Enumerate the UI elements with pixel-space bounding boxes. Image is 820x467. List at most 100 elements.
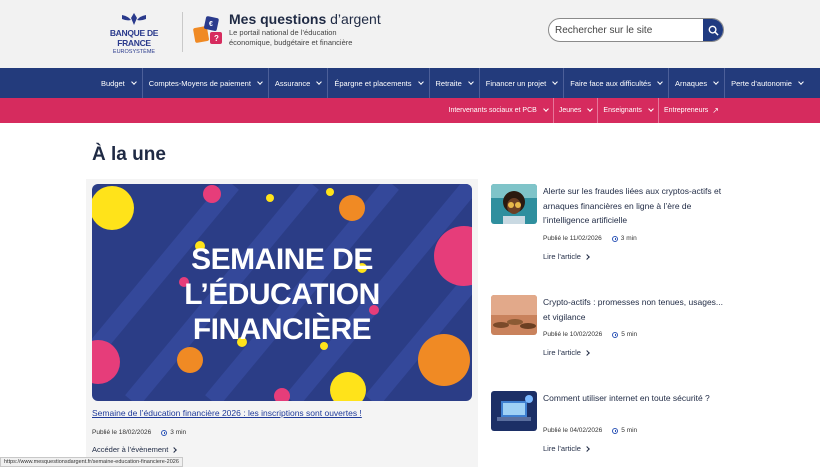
internet-security-photo bbox=[491, 391, 537, 431]
featured-meta: Publié le 18/02/2026 3 min bbox=[92, 429, 186, 436]
nav-item-arnaques[interactable]: Arnaques bbox=[669, 68, 726, 98]
nav-item-label: Faire face aux difficultés bbox=[570, 78, 651, 88]
site-title-strong: Mes questions bbox=[229, 11, 327, 27]
bdf-logo-name: BANQUE DE FRANCE bbox=[109, 28, 159, 48]
external-link-icon: ↗ bbox=[712, 106, 719, 115]
subnav-item-label: Entrepreneurs bbox=[663, 107, 709, 114]
chevron-down-icon bbox=[316, 78, 323, 85]
nav-item-assurance[interactable]: Assurance bbox=[269, 68, 329, 98]
chevron-right-icon bbox=[584, 253, 590, 260]
crypto-fraud-photo bbox=[491, 184, 537, 224]
nav-item-difficultes[interactable]: Faire face aux difficultés bbox=[564, 68, 669, 98]
svg-text:?: ? bbox=[214, 34, 219, 43]
chevron-right-icon bbox=[584, 349, 590, 356]
publish-date: Publié le 10/02/2026 bbox=[543, 331, 603, 338]
subnav-item-intervenants[interactable]: Intervenants sociaux et PCB bbox=[444, 98, 554, 123]
site-header: BANQUE DE FRANCE EUROSYSTÈME ? € Mes que… bbox=[0, 0, 820, 68]
nav-item-comptes[interactable]: Comptes-Moyens de paiement bbox=[143, 68, 269, 98]
chevron-down-icon bbox=[552, 78, 559, 85]
chevron-down-icon bbox=[798, 78, 804, 85]
header-divider bbox=[182, 12, 183, 52]
chevron-down-icon bbox=[417, 78, 424, 85]
read-time: 5 min bbox=[621, 331, 638, 338]
read-time: 3 min bbox=[170, 429, 187, 436]
chevron-down-icon bbox=[648, 106, 654, 112]
chevron-down-icon bbox=[587, 106, 594, 112]
article-title[interactable]: Comment utiliser internet en toute sécur… bbox=[543, 391, 723, 406]
search-button[interactable] bbox=[703, 19, 723, 41]
cta-label: Lire l’article bbox=[543, 252, 581, 261]
page-heading: À la une bbox=[92, 144, 166, 165]
search-box bbox=[548, 18, 724, 42]
read-time: 5 min bbox=[621, 427, 638, 434]
subnav-item-jeunes[interactable]: Jeunes bbox=[554, 98, 599, 123]
nav-item-label: Perte d’autonomie bbox=[731, 78, 792, 88]
featured-article-link[interactable]: Semaine de l’éducation financière 2026 :… bbox=[92, 408, 362, 418]
svg-text:€: € bbox=[209, 21, 213, 28]
read-article-link[interactable]: Lire l’article bbox=[543, 252, 590, 261]
chevron-right-icon bbox=[584, 445, 590, 452]
search-input[interactable] bbox=[549, 19, 705, 41]
read-article-link[interactable]: Lire l’article bbox=[543, 444, 590, 453]
bdf-logo-subtitle: EUROSYSTÈME bbox=[112, 49, 156, 55]
featured-image-line: SEMAINE DE bbox=[191, 243, 373, 276]
featured-image-line: L’ÉDUCATION bbox=[184, 278, 380, 311]
nav-item-label: Budget bbox=[101, 78, 125, 88]
subnav-item-entrepreneurs[interactable]: Entrepreneurs ↗ bbox=[659, 98, 724, 123]
article-thumbnail[interactable] bbox=[491, 295, 537, 335]
subnav-item-label: Enseignants bbox=[603, 107, 642, 114]
nav-item-label: Arnaques bbox=[674, 78, 708, 88]
cta-label: Accéder à l’évènement bbox=[92, 445, 169, 454]
crypto-coins-photo bbox=[491, 295, 537, 335]
cta-label: Lire l’article bbox=[543, 444, 581, 453]
chevron-down-icon bbox=[657, 78, 663, 85]
site-tagline: Le portail national de l’éducation écono… bbox=[229, 28, 353, 47]
nav-item-autonomie[interactable]: Perte d’autonomie bbox=[725, 68, 809, 98]
cta-label: Lire l’article bbox=[543, 348, 581, 357]
mes-questions-dargent-logo-icon[interactable]: ? € bbox=[193, 15, 225, 47]
article-meta: Publié le 04/02/2026 5 min bbox=[543, 427, 637, 434]
subnav-item-enseignants[interactable]: Enseignants bbox=[598, 98, 659, 123]
nav-item-retraite[interactable]: Retraite bbox=[430, 68, 480, 98]
audience-navigation: Intervenants sociaux et PCB Jeunes Ensei… bbox=[0, 98, 820, 123]
nav-item-epargne[interactable]: Épargne et placements bbox=[328, 68, 430, 98]
nav-item-label: Retraite bbox=[435, 78, 462, 88]
nav-item-label: Comptes-Moyens de paiement bbox=[148, 78, 251, 88]
article-title[interactable]: Crypto-actifs : promesses non tenues, us… bbox=[543, 295, 723, 324]
chevron-down-icon bbox=[257, 78, 263, 85]
read-article-link[interactable]: Lire l’article bbox=[543, 348, 590, 357]
nav-item-financer[interactable]: Financer un projet bbox=[480, 68, 565, 98]
banque-de-france-emblem-icon bbox=[122, 13, 146, 25]
clock-icon bbox=[611, 235, 618, 242]
subnav-item-label: Jeunes bbox=[558, 107, 582, 114]
article-title[interactable]: Alerte sur les fraudes liées aux cryptos… bbox=[543, 184, 723, 228]
chevron-down-icon bbox=[713, 78, 719, 85]
main-navigation: Budget Comptes-Moyens de paiement Assura… bbox=[0, 68, 820, 98]
article-thumbnail[interactable] bbox=[491, 391, 537, 431]
nav-item-label: Financer un projet bbox=[485, 78, 547, 88]
article-meta: Publié le 10/02/2026 5 min bbox=[543, 331, 637, 338]
featured-image[interactable]: SEMAINE DE L’ÉDUCATION FINANCIÈRE bbox=[92, 184, 472, 401]
browser-status-url: https://www.mesquestionsdargent.fr/semai… bbox=[0, 457, 183, 467]
event-access-link[interactable]: Accéder à l’évènement bbox=[92, 445, 178, 454]
clock-icon bbox=[161, 429, 168, 436]
featured-image-text: SEMAINE DE L’ÉDUCATION FINANCIÈRE bbox=[92, 242, 472, 347]
nav-item-label: Assurance bbox=[274, 78, 311, 88]
chevron-down-icon bbox=[542, 106, 549, 112]
publish-date: Publié le 11/02/2026 bbox=[543, 235, 602, 242]
chevron-right-icon bbox=[171, 446, 178, 453]
clock-icon bbox=[612, 331, 619, 338]
site-title[interactable]: Mes questions d’argent bbox=[229, 11, 381, 27]
read-time: 3 min bbox=[620, 235, 637, 242]
nav-item-budget[interactable]: Budget bbox=[95, 68, 143, 98]
publish-date: Publié le 04/02/2026 bbox=[543, 427, 603, 434]
search-icon bbox=[708, 25, 719, 36]
publish-date: Publié le 18/02/2026 bbox=[92, 429, 152, 436]
article-meta: Publié le 11/02/2026 3 min bbox=[543, 235, 637, 242]
banque-de-france-logo[interactable]: BANQUE DE FRANCE EUROSYSTÈME bbox=[96, 12, 172, 56]
featured-image-line: FINANCIÈRE bbox=[192, 313, 372, 346]
chevron-down-icon bbox=[130, 78, 137, 85]
chevron-down-icon bbox=[467, 78, 474, 85]
article-thumbnail[interactable] bbox=[491, 184, 537, 224]
clock-icon bbox=[612, 427, 619, 434]
